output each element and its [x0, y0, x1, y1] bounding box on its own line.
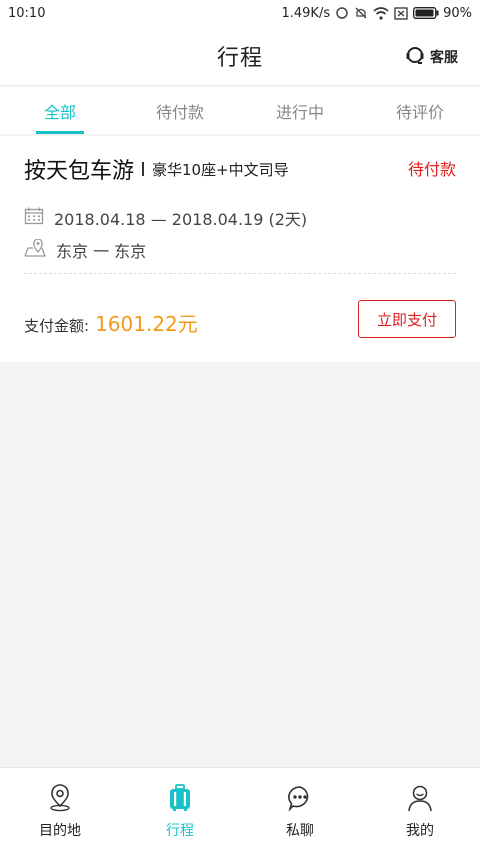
mute-bell-icon [354, 6, 368, 20]
bottom-nav-label: 私聊 [286, 823, 314, 839]
bottom-nav-trips[interactable]: 行程 [120, 768, 240, 853]
order-status-badge: 待付款 [407, 160, 456, 179]
tab-all[interactable]: 全部 [0, 87, 120, 134]
location-pin-icon [47, 784, 73, 816]
order-title: 按天包车游 [24, 159, 135, 184]
bottom-nav-chat[interactable]: 私聊 [240, 768, 360, 853]
bottom-nav-label: 我的 [406, 823, 434, 839]
order-tabs: 全部 待付款 进行中 待评价 [0, 87, 480, 135]
title-divider [142, 162, 145, 176]
payment-row: 支付金额: 1601.22元 [24, 308, 198, 337]
order-date-range: 2018.04.18 — 2018.04.19 (2天) [54, 210, 308, 229]
order-subtitle: 豪华10座+中文司导 [152, 160, 289, 179]
pay-now-button[interactable]: 立即支付 [358, 300, 456, 338]
sync-icon [335, 6, 349, 20]
status-bar: 10:10 1.49K/s 90% [0, 0, 480, 26]
network-speed: 1.49K/s [281, 5, 331, 21]
payment-amount: 1601.22元 [95, 312, 198, 336]
user-icon [407, 784, 433, 816]
luggage-icon [167, 784, 193, 816]
bottom-nav-profile[interactable]: 我的 [360, 768, 480, 853]
tab-pending-review[interactable]: 待评价 [360, 87, 480, 134]
status-icons: 1.49K/s 90% [281, 6, 472, 21]
order-card[interactable]: 按天包车游 豪华10座+中文司导 待付款 2018.04.18 — 2018.0… [0, 136, 480, 362]
tab-label: 全部 [43, 102, 76, 122]
payment-label: 支付金额: [24, 317, 90, 335]
page-title: 行程 [216, 45, 263, 71]
headset-icon [404, 44, 426, 70]
battery-percent: 90% [443, 5, 472, 21]
sim-icon [394, 6, 408, 20]
order-title-row: 按天包车游 豪华10座+中文司导 [24, 152, 456, 186]
status-time: 10:10 [8, 5, 46, 21]
chat-bubble-icon [286, 784, 314, 816]
battery-indicator: 90% [413, 6, 472, 21]
bottom-nav-label: 行程 [166, 823, 194, 839]
bottom-navigation: 目的地 行程 私聊 我的 [0, 767, 480, 853]
customer-service-label: 客服 [430, 50, 458, 66]
customer-service-button[interactable]: 客服 [404, 44, 458, 70]
order-route-row: 东京 一 东京 [24, 238, 146, 262]
tab-label: 待评价 [395, 102, 444, 122]
map-pin-icon [24, 238, 46, 261]
bottom-nav-destination[interactable]: 目的地 [0, 768, 120, 853]
wifi-icon [373, 6, 389, 20]
order-route: 东京 一 东京 [56, 242, 147, 261]
calendar-icon [24, 207, 44, 229]
dashed-divider [24, 273, 456, 274]
tab-in-progress[interactable]: 进行中 [240, 87, 360, 134]
tab-label: 进行中 [275, 102, 324, 122]
tab-pending-payment[interactable]: 待付款 [120, 87, 240, 134]
tab-label: 待付款 [155, 102, 204, 122]
order-date-row: 2018.04.18 — 2018.04.19 (2天) [24, 206, 307, 230]
top-navbar: 行程 客服 [0, 26, 480, 86]
bottom-nav-label: 目的地 [39, 823, 81, 839]
battery-icon [413, 7, 439, 19]
